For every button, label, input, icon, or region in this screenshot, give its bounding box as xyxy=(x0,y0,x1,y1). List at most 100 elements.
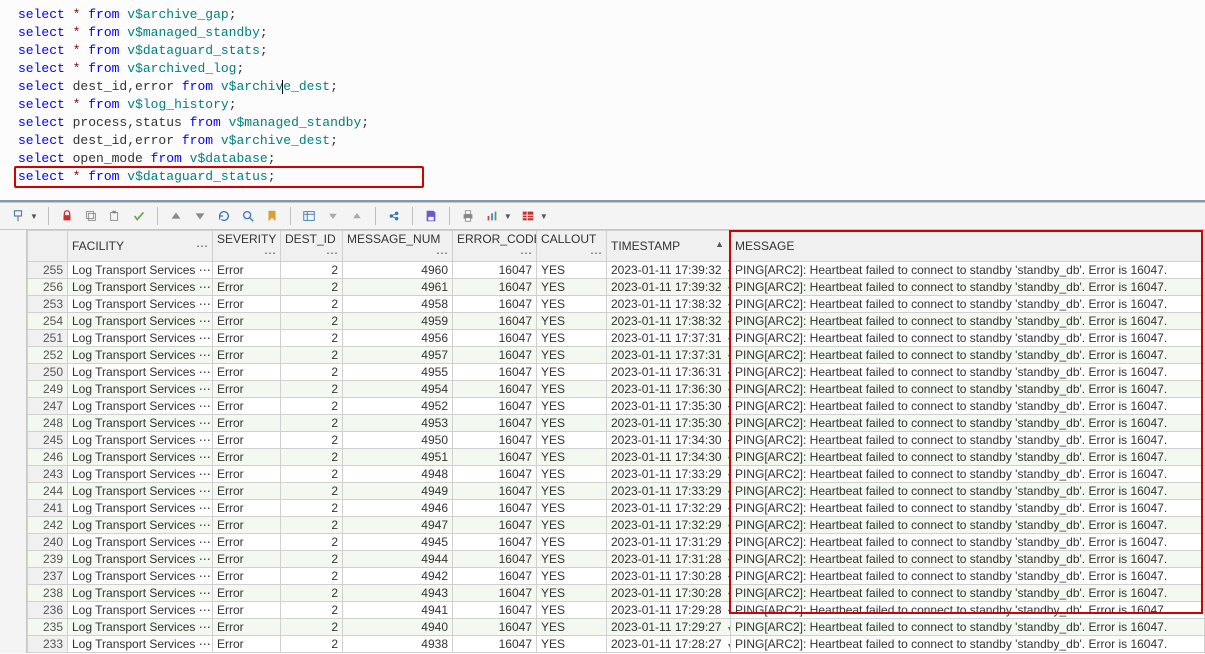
table-row[interactable]: 255Log Transport Services ⋯Error24960160… xyxy=(28,262,1205,279)
filter-down-icon[interactable] xyxy=(325,208,341,224)
col-timestamp[interactable]: TIMESTAMP▲ xyxy=(607,231,731,262)
cell-error-code: 16047 xyxy=(453,636,537,653)
table-row[interactable]: 235Log Transport Services ⋯Error24940160… xyxy=(28,619,1205,636)
table-row[interactable]: 254Log Transport Services ⋯Error24959160… xyxy=(28,313,1205,330)
table-row[interactable]: 251Log Transport Services ⋯Error24956160… xyxy=(28,330,1205,347)
cell-timestamp: 2023-01-11 17:28:27 ▾ xyxy=(607,636,731,653)
row-number: 237 xyxy=(28,568,68,585)
cell-message: PING[ARC2]: Heartbeat failed to connect … xyxy=(731,262,1205,279)
sort-desc-icon[interactable] xyxy=(192,208,208,224)
table-view-icon[interactable] xyxy=(520,208,536,224)
cell-dest-id: 2 xyxy=(281,381,343,398)
ellipsis-icon[interactable]: ⋯ xyxy=(264,246,276,260)
cell-message-num: 4960 xyxy=(343,262,453,279)
table-row[interactable]: 247Log Transport Services ⋯Error24952160… xyxy=(28,398,1205,415)
table-row[interactable]: 249Log Transport Services ⋯Error24954160… xyxy=(28,381,1205,398)
table-row[interactable]: 243Log Transport Services ⋯Error24948160… xyxy=(28,466,1205,483)
cell-timestamp: 2023-01-11 17:38:32 ▾ xyxy=(607,313,731,330)
col-facility[interactable]: FACILITY⋯ xyxy=(68,231,213,262)
filter-up-icon[interactable] xyxy=(349,208,365,224)
table-row[interactable]: 248Log Transport Services ⋯Error24953160… xyxy=(28,415,1205,432)
table-row[interactable]: 241Log Transport Services ⋯Error24946160… xyxy=(28,500,1205,517)
ellipsis-icon[interactable]: ⋯ xyxy=(326,246,338,260)
cell-callout: YES xyxy=(537,483,607,500)
cell-message: PING[ARC2]: Heartbeat failed to connect … xyxy=(731,330,1205,347)
dropdown-icon[interactable]: ▼ xyxy=(30,212,38,221)
table-row[interactable]: 237Log Transport Services ⋯Error24942160… xyxy=(28,568,1205,585)
table-row[interactable]: 245Log Transport Services ⋯Error24950160… xyxy=(28,432,1205,449)
commit-icon[interactable] xyxy=(131,208,147,224)
col-label: MESSAGE_NUM xyxy=(347,232,440,246)
sql-editor[interactable]: select * from v$archive_gap;select * fro… xyxy=(0,0,1205,200)
bookmark-icon[interactable] xyxy=(264,208,280,224)
col-error_code[interactable]: ERROR_CODE⋯ xyxy=(453,231,537,262)
col-severity[interactable]: SEVERITY⋯ xyxy=(213,231,281,262)
ellipsis-icon[interactable]: ⋯ xyxy=(436,246,448,260)
ellipsis-icon[interactable]: ⋯ xyxy=(196,239,208,253)
cell-severity: Error xyxy=(213,619,281,636)
table-row[interactable]: 246Log Transport Services ⋯Error24951160… xyxy=(28,449,1205,466)
refresh-icon[interactable] xyxy=(216,208,232,224)
save-icon[interactable] xyxy=(423,208,439,224)
cell-timestamp: 2023-01-11 17:37:31 ▾ xyxy=(607,347,731,364)
lock-icon[interactable] xyxy=(59,208,75,224)
cell-severity: Error xyxy=(213,347,281,364)
col-rownum[interactable] xyxy=(28,231,68,262)
cell-message-num: 4959 xyxy=(343,313,453,330)
cell-message-num: 4950 xyxy=(343,432,453,449)
copy-row-icon[interactable] xyxy=(83,208,99,224)
table-row[interactable]: 240Log Transport Services ⋯Error24945160… xyxy=(28,534,1205,551)
row-number: 235 xyxy=(28,619,68,636)
table-row[interactable]: 239Log Transport Services ⋯Error24944160… xyxy=(28,551,1205,568)
table-row[interactable]: 236Log Transport Services ⋯Error24941160… xyxy=(28,602,1205,619)
cell-message: PING[ARC2]: Heartbeat failed to connect … xyxy=(731,551,1205,568)
dropdown-icon[interactable]: ▼ xyxy=(504,212,512,221)
cell-callout: YES xyxy=(537,398,607,415)
cell-message: PING[ARC2]: Heartbeat failed to connect … xyxy=(731,483,1205,500)
print-icon[interactable] xyxy=(460,208,476,224)
cell-timestamp: 2023-01-11 17:39:32 ▾ xyxy=(607,279,731,296)
col-message[interactable]: MESSAGE xyxy=(731,231,1205,262)
table-row[interactable]: 244Log Transport Services ⋯Error24949160… xyxy=(28,483,1205,500)
table-row[interactable]: 233Log Transport Services ⋯Error24938160… xyxy=(28,636,1205,653)
col-message_num[interactable]: MESSAGE_NUM⋯ xyxy=(343,231,453,262)
ellipsis-icon[interactable]: ⋯ xyxy=(520,246,532,260)
cell-error-code: 16047 xyxy=(453,347,537,364)
cell-facility: Log Transport Services ⋯ xyxy=(68,330,213,347)
cell-callout: YES xyxy=(537,517,607,534)
export-icon[interactable] xyxy=(301,208,317,224)
cell-timestamp: 2023-01-11 17:34:30 ▾ xyxy=(607,449,731,466)
find-icon[interactable] xyxy=(240,208,256,224)
ellipsis-icon[interactable]: ⋯ xyxy=(590,246,602,260)
dropdown-icon[interactable]: ▼ xyxy=(540,212,548,221)
row-number: 248 xyxy=(28,415,68,432)
cell-error-code: 16047 xyxy=(453,585,537,602)
table-row[interactable]: 250Log Transport Services ⋯Error24955160… xyxy=(28,364,1205,381)
row-number: 243 xyxy=(28,466,68,483)
table-row[interactable]: 256Log Transport Services ⋯Error24961160… xyxy=(28,279,1205,296)
cell-facility: Log Transport Services ⋯ xyxy=(68,534,213,551)
table-row[interactable]: 252Log Transport Services ⋯Error24957160… xyxy=(28,347,1205,364)
cell-facility: Log Transport Services ⋯ xyxy=(68,449,213,466)
cell-callout: YES xyxy=(537,313,607,330)
cell-facility: Log Transport Services ⋯ xyxy=(68,483,213,500)
paste-row-icon[interactable] xyxy=(107,208,123,224)
table-row[interactable]: 253Log Transport Services ⋯Error24958160… xyxy=(28,296,1205,313)
cell-dest-id: 2 xyxy=(281,500,343,517)
cell-error-code: 16047 xyxy=(453,619,537,636)
cell-facility: Log Transport Services ⋯ xyxy=(68,466,213,483)
col-callout[interactable]: CALLOUT⋯ xyxy=(537,231,607,262)
chart-icon[interactable] xyxy=(484,208,500,224)
cell-message-num: 4949 xyxy=(343,483,453,500)
results-grid-wrap: FACILITY⋯SEVERITY⋯DEST_ID⋯MESSAGE_NUM⋯ER… xyxy=(0,230,1205,653)
col-dest_id[interactable]: DEST_ID⋯ xyxy=(281,231,343,262)
grid-header-row[interactable]: FACILITY⋯SEVERITY⋯DEST_ID⋯MESSAGE_NUM⋯ER… xyxy=(28,231,1205,262)
cell-error-code: 16047 xyxy=(453,330,537,347)
table-row[interactable]: 242Log Transport Services ⋯Error24947160… xyxy=(28,517,1205,534)
sort-asc-icon[interactable] xyxy=(168,208,184,224)
cell-severity: Error xyxy=(213,483,281,500)
table-row[interactable]: 238Log Transport Services ⋯Error24943160… xyxy=(28,585,1205,602)
format-icon[interactable] xyxy=(386,208,402,224)
pin-icon[interactable] xyxy=(10,208,26,224)
results-grid[interactable]: FACILITY⋯SEVERITY⋯DEST_ID⋯MESSAGE_NUM⋯ER… xyxy=(27,230,1205,653)
